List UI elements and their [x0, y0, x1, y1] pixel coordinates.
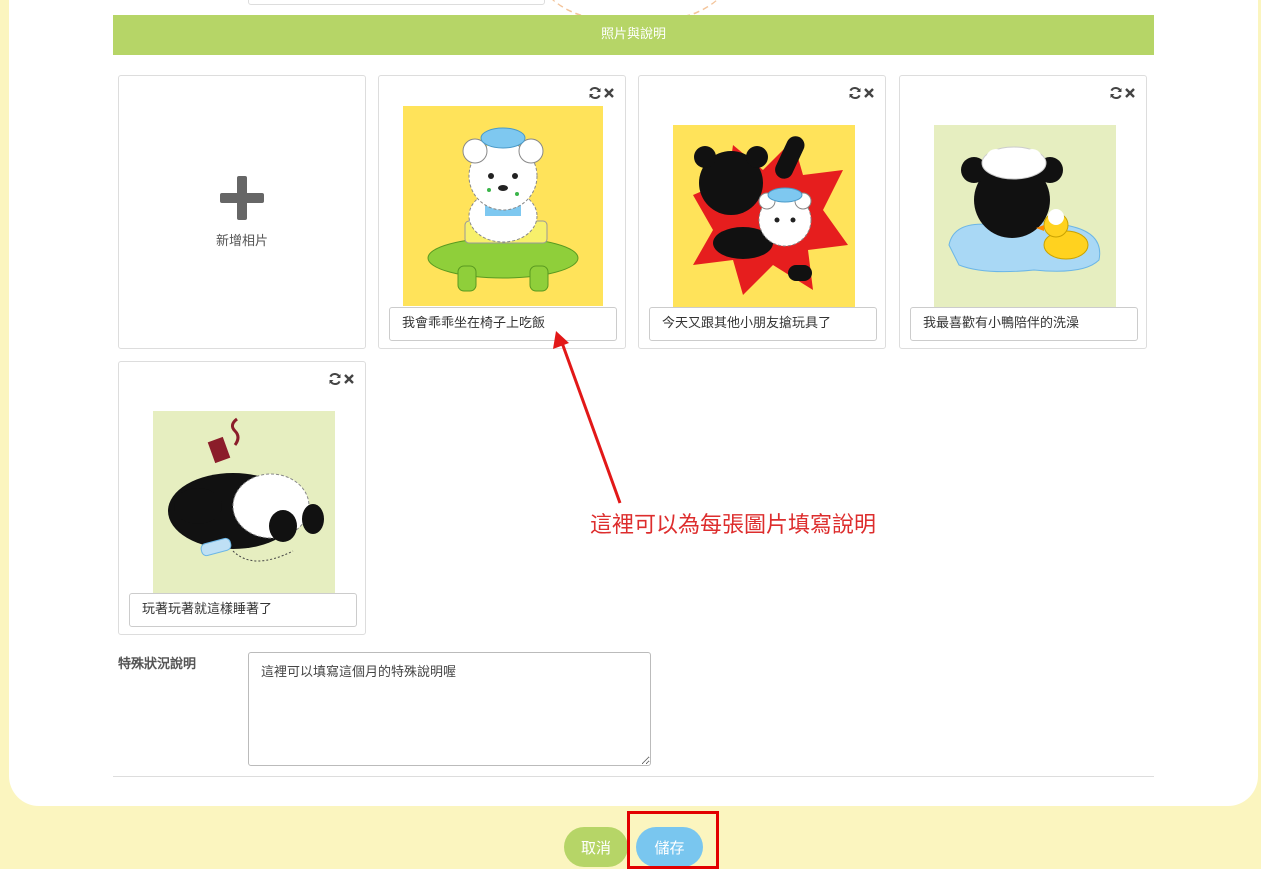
- photo-image: [403, 106, 603, 306]
- special-notes-label: 特殊狀況說明: [118, 657, 197, 672]
- refresh-icon[interactable]: [588, 86, 602, 100]
- refresh-icon[interactable]: [848, 86, 862, 100]
- save-highlight-box: [627, 811, 719, 869]
- close-icon[interactable]: [1124, 86, 1136, 100]
- refresh-icon[interactable]: [1109, 86, 1123, 100]
- photo-tools: [848, 86, 875, 100]
- photo-card: 玩著玩著就這樣睡著了: [118, 361, 366, 635]
- special-notes-textarea[interactable]: 這裡可以填寫這個月的特殊說明喔: [248, 652, 651, 766]
- photo-caption-input[interactable]: 我會乖乖坐在椅子上吃飯: [389, 307, 617, 341]
- section-header: 照片與說明: [113, 15, 1154, 55]
- photo-card: 今天又跟其他小朋友搶玩具了: [638, 75, 886, 349]
- plus-icon: [220, 175, 264, 220]
- photo-card: 我會乖乖坐在椅子上吃飯: [378, 75, 626, 349]
- photo-image: [934, 125, 1116, 307]
- photo-tools: [1109, 86, 1136, 100]
- divider: [113, 776, 1154, 777]
- photo-image: [673, 125, 855, 307]
- close-icon[interactable]: [343, 372, 355, 386]
- photo-tools: [328, 372, 355, 386]
- close-icon[interactable]: [603, 86, 615, 100]
- close-icon[interactable]: [863, 86, 875, 100]
- add-photo-label: 新增相片: [215, 233, 268, 249]
- add-photo-button[interactable]: 新增相片: [118, 75, 366, 349]
- photo-caption-input[interactable]: 我最喜歡有小鴨陪伴的洗澡: [910, 307, 1138, 341]
- cancel-button[interactable]: 取消: [564, 827, 628, 867]
- photo-card: 我最喜歡有小鴨陪伴的洗澡: [899, 75, 1147, 349]
- refresh-icon[interactable]: [328, 372, 342, 386]
- annotation-text: 這裡可以為每張圖片填寫說明: [590, 513, 877, 538]
- photo-caption-input[interactable]: 玩著玩著就這樣睡著了: [129, 593, 357, 627]
- photo-caption-input[interactable]: 今天又跟其他小朋友搶玩具了: [649, 307, 877, 341]
- photo-image: [153, 411, 335, 593]
- upper-input-field[interactable]: [248, 0, 545, 5]
- photo-tools: [588, 86, 615, 100]
